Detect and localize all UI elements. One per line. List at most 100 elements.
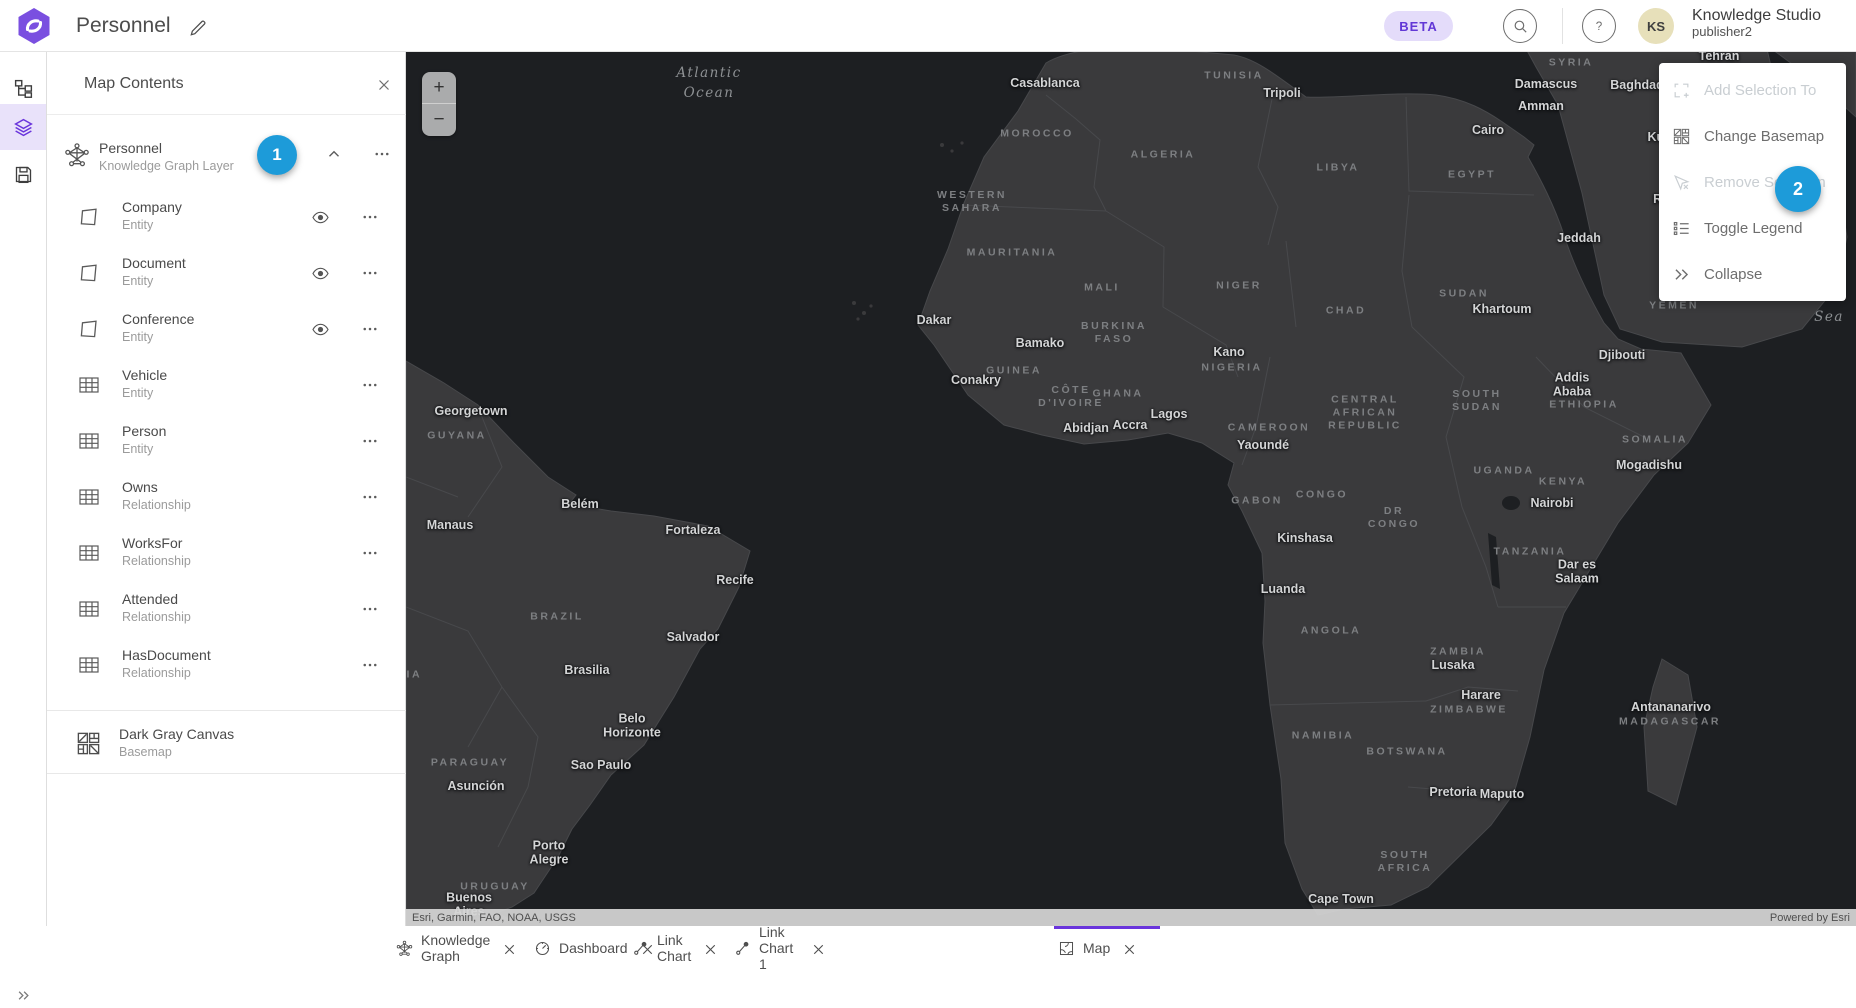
layer-options-kebab-icon[interactable] [361, 432, 379, 450]
knowledge-studio-logo-icon [14, 6, 54, 46]
layer-visibility-eye-icon[interactable] [311, 208, 330, 227]
layer-name: Company [122, 199, 182, 215]
group-title: Personnel [99, 140, 234, 156]
table-icon [77, 541, 101, 565]
tab-dashboard[interactable]: Dashboard [530, 926, 620, 970]
layer-type: Entity [122, 274, 186, 288]
tab-link-chart-1[interactable]: Link Chart 1 [730, 926, 828, 970]
basemap-icon [1672, 127, 1691, 146]
layer-row-owns[interactable]: OwnsRelationship [47, 470, 406, 526]
layer-row-attended[interactable]: AttendedRelationship [47, 582, 406, 638]
menu-item-collapse[interactable]: Collapse [1659, 251, 1846, 297]
layer-row-company[interactable]: Company Entity [47, 190, 406, 246]
tab-close-icon[interactable] [702, 941, 716, 955]
menu-item-label: Collapse [1704, 266, 1762, 283]
save-icon [13, 164, 34, 185]
layer-options-kebab-icon[interactable] [361, 208, 379, 226]
layer-options-kebab-icon[interactable] [361, 376, 379, 394]
layer-visibility-eye-icon[interactable] [311, 264, 330, 283]
help-button[interactable]: ? [1582, 9, 1616, 43]
top-bar: Personnel BETA ? KS Knowledge Studio pub… [0, 0, 1856, 52]
basemap-subtitle: Basemap [119, 745, 234, 759]
layer-row-document[interactable]: Document Entity [47, 246, 406, 302]
group-options-kebab-icon[interactable] [373, 145, 391, 163]
tab-label: Map [1083, 940, 1110, 956]
layer-row-conference[interactable]: ConferenceEntity [47, 302, 406, 358]
layer-group-personnel[interactable]: Personnel Knowledge Graph Layer [47, 130, 406, 186]
tab-link-chart[interactable]: Link Chart [628, 926, 720, 970]
layer-name: Person [122, 423, 166, 439]
layer-name: WorksFor [122, 535, 191, 551]
menu-item-add-selection-to: Add Selection To [1659, 67, 1846, 113]
rail-layers-button[interactable] [0, 104, 46, 150]
tab-close-icon[interactable] [501, 941, 515, 955]
user-role: publisher2 [1692, 25, 1821, 40]
gauge-tab-icon [534, 940, 551, 957]
zoom-out-button[interactable]: − [422, 104, 456, 136]
rail-save-button[interactable] [0, 151, 46, 197]
menu-item-label: Toggle Legend [1704, 220, 1802, 237]
beta-badge: BETA [1384, 11, 1453, 41]
map-canvas[interactable]: TUNISIASYRIAMOROCCOALGERIALIBYAEGYPTWEST… [406, 45, 1856, 926]
panel-close-icon[interactable] [375, 76, 393, 94]
tab-label: Link Chart 1 [759, 924, 799, 972]
search-button[interactable] [1503, 9, 1537, 43]
layer-type: Entity [122, 442, 166, 456]
layer-row-hasdocument[interactable]: HasDocument Relationship [47, 638, 406, 694]
double-chevron-right-icon [16, 988, 31, 1003]
map-attribution: Esri, Garmin, FAO, NOAA, USGS Powered by… [406, 909, 1856, 926]
basemap-row[interactable]: Dark Gray Canvas Basemap [47, 716, 406, 772]
tab-map[interactable]: Map [1054, 926, 1160, 970]
menu-item-toggle-legend[interactable]: Toggle Legend [1659, 205, 1846, 251]
user-block[interactable]: Knowledge Studio publisher2 [1692, 7, 1821, 40]
basemap-icon [75, 730, 102, 757]
layer-name: Document [122, 255, 186, 271]
zoom-in-button[interactable]: + [422, 72, 456, 104]
remove-selection-icon [1672, 173, 1691, 192]
rail-expand-button[interactable] [10, 982, 36, 1008]
tab-close-icon[interactable] [1121, 941, 1135, 955]
edit-title-pencil-icon[interactable] [188, 18, 208, 38]
tab-close-icon[interactable] [810, 941, 824, 955]
tab-knowledge-graph[interactable]: Knowledge Graph [392, 926, 514, 970]
view-tab-bar: Knowledge Graph Dashboard Link Chart Link C… [0, 926, 1856, 970]
layers-icon [13, 117, 34, 138]
menu-item-label: Change Basemap [1704, 128, 1824, 145]
panel-divider [47, 773, 406, 774]
layer-row-vehicle[interactable]: VehicleEntity [47, 358, 406, 414]
layer-type: Relationship [122, 666, 211, 680]
layer-type: Entity [122, 386, 167, 400]
attribution-powered-by: Powered by Esri [1770, 912, 1850, 924]
layer-options-kebab-icon[interactable] [361, 488, 379, 506]
collapse-icon [1672, 265, 1691, 284]
page-title: Personnel [76, 14, 171, 38]
table-icon [77, 373, 101, 397]
map-zoom-control[interactable]: + − [422, 72, 456, 136]
table-icon [77, 597, 101, 621]
layer-type: Entity [122, 218, 182, 232]
user-avatar[interactable]: KS [1638, 8, 1674, 44]
layer-name: HasDocument [122, 647, 211, 663]
panel-title: Map Contents [84, 75, 184, 93]
layer-visibility-eye-icon[interactable] [311, 320, 330, 339]
layer-options-kebab-icon[interactable] [361, 600, 379, 618]
layer-row-person[interactable]: Person Entity [47, 414, 406, 470]
panel-divider [47, 114, 406, 115]
layer-options-kebab-icon[interactable] [361, 544, 379, 562]
tab-label: Knowledge Graph [421, 932, 490, 964]
svg-text:?: ? [1596, 20, 1603, 33]
layer-options-kebab-icon[interactable] [361, 320, 379, 338]
layer-options-kebab-icon[interactable] [361, 656, 379, 674]
layer-type: Relationship [122, 554, 191, 568]
layer-row-worksfor[interactable]: WorksFor Relationship [47, 526, 406, 582]
table-icon [77, 653, 101, 677]
map-tab-icon [1058, 940, 1075, 957]
layer-name: Conference [122, 311, 194, 327]
header-divider [1562, 8, 1563, 44]
panel-divider [47, 710, 406, 711]
layer-options-kebab-icon[interactable] [361, 264, 379, 282]
menu-item-change-basemap[interactable]: Change Basemap [1659, 113, 1846, 159]
group-collapse-chevron-icon[interactable] [325, 145, 343, 163]
tab-label: Link Chart [657, 932, 691, 964]
left-rail [0, 52, 47, 970]
